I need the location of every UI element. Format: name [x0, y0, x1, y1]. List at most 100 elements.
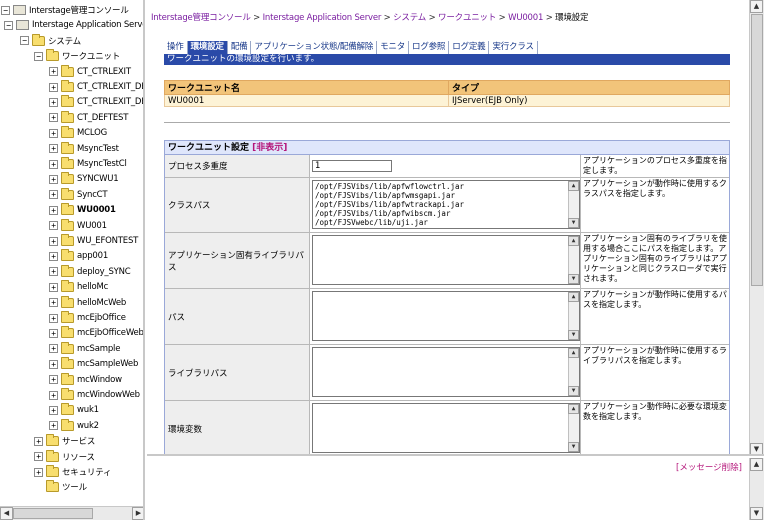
expand-icon[interactable]: + [34, 452, 43, 462]
tree-horizontal-scrollbar[interactable]: ◀ ▶ [0, 506, 143, 520]
breadcrumb-link[interactable]: WU0001 [508, 13, 543, 23]
tab-7[interactable]: 実行クラス [489, 41, 538, 54]
tree-item-workunit[interactable]: + SyncCT [49, 187, 108, 202]
tree-item-workunit[interactable]: + app001 [49, 249, 108, 263]
textarea-scrollbar[interactable]: ▲ ▼ [568, 404, 579, 452]
expand-icon[interactable]: + [49, 221, 58, 231]
tree-item-workunit[interactable]: + WU_EFONTEST [49, 234, 138, 248]
scroll-down-icon[interactable]: ▼ [750, 443, 763, 454]
scroll-up-icon[interactable]: ▲ [568, 292, 579, 302]
tree-item-workunit[interactable]: + CT_CTRLEXIT_DB [49, 95, 143, 109]
expand-icon[interactable]: + [49, 174, 58, 184]
scroll-up-icon[interactable]: ▲ [568, 181, 579, 191]
expand-icon[interactable]: + [49, 97, 58, 107]
tree-item-workunit[interactable]: + CT_CTRLEXIT_DB [49, 80, 143, 94]
tree-item-workunit[interactable]: + CT_CTRLEXIT [49, 64, 131, 79]
message-vertical-scrollbar[interactable]: ▲ ▼ [749, 458, 764, 520]
tree-item-workunit[interactable]: + mcSampleWeb [49, 357, 138, 371]
expand-icon[interactable]: + [49, 313, 58, 323]
tab-2[interactable]: 配備 [228, 41, 252, 54]
expand-icon[interactable]: + [49, 113, 58, 123]
tree-item-console[interactable]: − Interstage管理コンソール [1, 3, 129, 17]
tree-item-server[interactable]: − Interstage Application Server [4, 18, 143, 32]
setting-textarea[interactable]: /opt/FJSVibs/lib/apfwflowctrl.jar/opt/FJ… [312, 180, 580, 229]
breadcrumb-link[interactable]: Interstage Application Server [263, 13, 382, 23]
setting-textarea[interactable]: ▲ ▼ [312, 403, 580, 453]
scroll-down-icon[interactable]: ▼ [568, 274, 579, 284]
expand-icon[interactable]: + [49, 205, 58, 215]
expand-icon[interactable]: + [49, 267, 58, 277]
scroll-down-icon[interactable]: ▼ [568, 386, 579, 396]
breadcrumb-link[interactable]: システム [393, 13, 426, 23]
tree-item-workunit[interactable]: + mcWindowWeb [49, 388, 140, 402]
breadcrumb-link[interactable]: ワークユニット [438, 13, 496, 23]
expand-icon[interactable]: + [49, 251, 58, 261]
scroll-down-icon[interactable]: ▼ [568, 218, 579, 228]
textarea-scrollbar[interactable]: ▲ ▼ [568, 292, 579, 340]
expand-icon[interactable]: + [49, 421, 58, 431]
tree-item-service[interactable]: + サービス [34, 434, 95, 448]
scroll-up-icon[interactable]: ▲ [568, 236, 579, 246]
tree-item-security[interactable]: + セキュリティ [34, 465, 111, 479]
expand-icon[interactable]: + [49, 328, 58, 338]
tree-item-resource[interactable]: + リソース [34, 449, 95, 464]
expand-icon[interactable]: + [49, 375, 58, 385]
expand-icon[interactable]: + [49, 298, 58, 308]
tab-1[interactable]: 環境設定 [187, 41, 228, 54]
scroll-up-icon[interactable]: ▲ [750, 458, 763, 471]
tree-item-workunit[interactable]: + WU0001 [49, 203, 116, 217]
delete-messages-link[interactable]: [メッセージ削除] [676, 461, 742, 473]
expand-icon[interactable]: + [49, 405, 58, 415]
tree-item-workunit[interactable]: + wuk2 [49, 418, 99, 433]
textarea-scrollbar[interactable]: ▲ ▼ [568, 181, 579, 228]
tab-5[interactable]: ログ参照 [409, 41, 450, 54]
tree-item-workunit[interactable]: + deploy_SYNC [49, 264, 131, 279]
scroll-up-icon[interactable]: ▲ [750, 0, 763, 13]
expand-icon[interactable]: + [49, 190, 58, 200]
collapse-icon[interactable]: − [1, 5, 10, 15]
expand-icon[interactable]: + [34, 467, 43, 477]
scroll-right-icon[interactable]: ▶ [132, 507, 143, 520]
tree-item-workunit[interactable]: + mcEjbOffice [49, 311, 126, 325]
scroll-down-icon[interactable]: ▼ [568, 442, 579, 452]
tree-item-workunit[interactable]: + mcWindow [49, 372, 122, 387]
tree-item-workunit[interactable]: + SYNCWU1 [49, 172, 119, 186]
collapse-icon[interactable]: − [20, 36, 29, 46]
tree-item-workunit[interactable]: + wuk1 [49, 403, 99, 417]
expand-icon[interactable]: + [49, 82, 58, 92]
expand-icon[interactable]: + [49, 159, 58, 169]
scroll-left-icon[interactable]: ◀ [0, 507, 13, 520]
expand-icon[interactable]: + [34, 436, 43, 446]
tab-6[interactable]: ログ定義 [449, 41, 490, 54]
expand-icon[interactable]: + [49, 282, 58, 292]
expand-icon[interactable]: + [49, 144, 58, 154]
tree-item-workunit[interactable]: + helloMc [49, 280, 108, 294]
scroll-up-icon[interactable]: ▲ [568, 348, 579, 358]
textarea-scrollbar[interactable]: ▲ ▼ [568, 236, 579, 284]
process-multiplicity-input[interactable]: 1 [312, 160, 392, 172]
expand-icon[interactable]: + [49, 236, 58, 246]
tab-0[interactable]: 操作 [164, 41, 188, 54]
expand-icon[interactable]: + [49, 390, 58, 400]
tree-item-workunit[interactable]: + mcSample [49, 341, 120, 356]
main-vertical-scrollbar[interactable]: ▲ ▼ [749, 0, 764, 454]
scroll-down-icon[interactable]: ▼ [750, 507, 763, 520]
scrollbar-thumb[interactable] [751, 14, 763, 286]
expand-icon[interactable]: + [49, 344, 58, 354]
collapse-icon[interactable]: − [34, 51, 43, 61]
tree-item-workunit[interactable]: + WU001 [49, 218, 107, 233]
tree-item-workunits[interactable]: − ワークユニット [34, 49, 120, 63]
scroll-down-icon[interactable]: ▼ [568, 330, 579, 340]
collapse-icon[interactable]: − [4, 20, 13, 30]
tree-item-workunit[interactable]: + MsyncTestCl [49, 157, 127, 171]
expand-icon[interactable]: + [49, 128, 58, 138]
setting-textarea[interactable]: ▲ ▼ [312, 347, 580, 397]
textarea-scrollbar[interactable]: ▲ ▼ [568, 348, 579, 396]
tree-item-workunit[interactable]: + mcEjbOfficeWeb [49, 326, 143, 340]
scroll-up-icon[interactable]: ▲ [568, 404, 579, 414]
hide-settings-link[interactable]: [非表示] [252, 143, 287, 153]
setting-textarea[interactable]: ▲ ▼ [312, 235, 580, 285]
tab-4[interactable]: モニタ [377, 41, 410, 54]
tab-3[interactable]: アプリケーション状態/配備解除 [251, 41, 378, 54]
tree-item-workunit[interactable]: + MsyncTest [49, 141, 119, 156]
